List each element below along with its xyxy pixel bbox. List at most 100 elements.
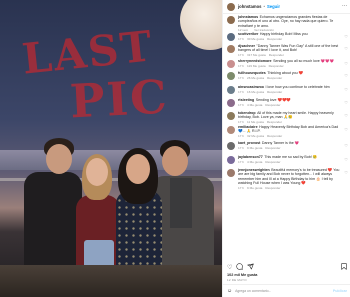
comment-time: 17 h: [238, 75, 245, 80]
scribble-text-line2: PIC: [68, 69, 171, 129]
comment-time: 17 h: [238, 145, 245, 150]
comment-meta: 17 h9 Me gusta Responder: [238, 186, 342, 190]
commenter-username[interactable]: rtsleeting: [238, 98, 254, 102]
comment-likes[interactable]: 16 Me gusta: [247, 90, 264, 94]
comment-item[interactable]: johnstamos Echamos ungenciamos grandes fi…: [223, 15, 350, 32]
comment-reply[interactable]: Responder: [265, 103, 280, 107]
comment-like-icon[interactable]: ♡: [344, 100, 348, 105]
comment-like-icon[interactable]: ♡: [344, 87, 348, 92]
commenter-avatar[interactable]: [227, 99, 235, 107]
comment-text: emiliaclaire Happy Heavenly Birthday Bob …: [238, 125, 342, 134]
comment-like-icon[interactable]: ♡: [344, 46, 348, 51]
comment-likes[interactable]: 119 Me gusta: [247, 64, 266, 68]
comment-reply[interactable]: Responder: [267, 134, 282, 138]
comment-likes[interactable]: 4 Me gusta: [247, 103, 262, 107]
comment-text: scottveriker Happy birthday Bob! Miss you: [238, 32, 342, 36]
comment-time: 17 h: [238, 89, 245, 94]
follow-button[interactable]: Seguir: [267, 4, 280, 9]
comment-likes[interactable]: 9 Me gusta: [247, 186, 262, 190]
comment-meta: 17 h 119 Me gusta Responder: [238, 64, 342, 68]
comment-reply[interactable]: Responder: [267, 76, 282, 80]
comment-like-icon[interactable]: ♡: [344, 143, 348, 148]
comment-likes[interactable]: 26 Me gusta: [247, 76, 264, 80]
comment-reply[interactable]: Responder: [267, 120, 282, 124]
comment-reply[interactable]: Responder: [269, 53, 284, 57]
comment-meta: 17 h4 Me gusta Responder: [238, 160, 342, 164]
comment-likes[interactable]: 30 Me gusta: [247, 37, 264, 41]
comment-like-icon[interactable]: ♡: [344, 127, 348, 132]
comment-likes[interactable]: 11 Me gusta: [247, 120, 264, 124]
comment-like-icon[interactable]: ♡: [344, 170, 348, 175]
post-date: 12 DE MAYO: [227, 278, 247, 282]
commenter-avatar[interactable]: [227, 156, 235, 164]
comment-body: Sending you all so much love 💗💗💗: [273, 59, 335, 63]
comment-body: Danny Tanner is the 💗: [261, 141, 300, 145]
emoji-icon[interactable]: ☺: [227, 288, 232, 294]
comment-item[interactable]: scottveriker Happy birthday Bob! Miss you…: [223, 32, 350, 41]
comment-time: 17 h: [238, 102, 245, 107]
commenter-username[interactable]: sherryneedstomore: [238, 59, 272, 63]
commenter-avatar[interactable]: [227, 86, 235, 94]
comment-time: 17 h: [238, 159, 245, 164]
commenter-username[interactable]: jaylabenson77: [238, 155, 263, 159]
post-sidebar: johnstamos • Seguir ··· johnstamos Echamo…: [222, 0, 350, 297]
commenter-avatar[interactable]: [227, 60, 235, 68]
comment-likes[interactable]: 4 Me gusta: [247, 160, 262, 164]
comment-body: Happy birthday Bob! Miss you: [259, 32, 308, 36]
comment-item[interactable]: djsachner "Danny Tanner Was Fun Gay" A st…: [223, 44, 350, 57]
comment-reply[interactable]: Responder: [265, 160, 280, 164]
comments-list[interactable]: johnstamos Echamos ungenciamos grandes fi…: [223, 15, 350, 263]
comment-likes[interactable]: 32 Me gusta: [247, 134, 264, 138]
post-photo[interactable]: LAST PIC: [0, 0, 222, 297]
comment-reply[interactable]: Responder: [267, 90, 282, 94]
commenter-username[interactable]: kaet_provost: [238, 141, 260, 145]
comment-text: ainsnoasinwoo I love how you continue to …: [238, 85, 342, 89]
comment-item[interactable]: tokendrop All of this made my heart smile…: [223, 111, 350, 124]
comment-icon[interactable]: [236, 263, 244, 273]
comment-reply[interactable]: Responder: [265, 146, 280, 150]
comment-item[interactable]: jaylabenson77 This made me so sad by Bob!…: [223, 155, 350, 164]
bookmark-icon[interactable]: [341, 263, 347, 273]
comment-likes[interactable]: 317 Me gusta: [247, 53, 266, 57]
paper-plane-icon[interactable]: [247, 263, 255, 273]
likes-count[interactable]: 102 mil Me gusta: [227, 273, 257, 277]
heart-outline-icon[interactable]: ♡: [227, 264, 232, 272]
comment-input[interactable]: Agrega un comentario...: [235, 289, 271, 293]
comment-item[interactable]: kaet_provost Danny Tanner is the 💗 17 h9 M…: [223, 141, 350, 150]
comment-meta: 17 h 26 Me gusta Responder: [238, 76, 342, 80]
comment-like-icon[interactable]: ♡: [344, 113, 348, 118]
commenter-username[interactable]: scottveriker: [238, 32, 258, 36]
commenter-username[interactable]: ainsnoasinwoo: [238, 85, 264, 89]
comment-like-icon[interactable]: ♡: [344, 157, 348, 162]
commenter-avatar[interactable]: [227, 169, 235, 177]
comment-reply[interactable]: Responder: [265, 186, 280, 190]
commenter-avatar[interactable]: [227, 72, 235, 80]
comment-like-icon[interactable]: ♡: [344, 73, 348, 78]
commenter-avatar[interactable]: [227, 126, 235, 134]
comment-text: johnstamos Echamos ungenciamos grandes fi…: [238, 15, 342, 28]
comment-likes[interactable]: 9 Me gusta: [247, 146, 262, 150]
comment-like-icon[interactable]: ♡: [344, 61, 348, 66]
comment-reply[interactable]: Responder: [267, 37, 282, 41]
comment-item[interactable]: fullhousequotes Thinking about you ❤️ 17 h…: [223, 71, 350, 80]
commenter-avatar[interactable]: [227, 112, 235, 120]
author-username[interactable]: johnstamos: [238, 4, 262, 9]
commenter-avatar[interactable]: [227, 16, 235, 24]
avatar[interactable]: [227, 2, 235, 11]
comment-item[interactable]: rtsleeting Sending love ❤️❤️❤️ 17 h4 Me gu…: [223, 98, 350, 107]
comment-like-icon[interactable]: ♡: [344, 34, 348, 39]
comment-item[interactable]: emiliaclaire Happy Heavenly Birthday Bob …: [223, 125, 350, 138]
comment-item[interactable]: sherryneedstomore Sending you all so much…: [223, 59, 350, 68]
comment-item[interactable]: jennjoneswrighten Beautiful memory's to b…: [223, 168, 350, 190]
comment-item[interactable]: ainsnoasinwoo I love how you continue to …: [223, 85, 350, 94]
commenter-username[interactable]: fullhousequotes: [238, 71, 266, 75]
commenter-avatar[interactable]: [227, 142, 235, 150]
comment-reply[interactable]: Responder: [269, 64, 284, 68]
post-comment-button[interactable]: Publicar: [333, 289, 347, 293]
post-header: johnstamos • Seguir ···: [223, 0, 350, 14]
more-options-icon[interactable]: ···: [342, 3, 347, 9]
comment-time: 17 h: [238, 36, 245, 41]
commenter-avatar[interactable]: [227, 45, 235, 53]
commenter-avatar[interactable]: [227, 33, 235, 41]
action-bar: ♡: [227, 263, 347, 273]
